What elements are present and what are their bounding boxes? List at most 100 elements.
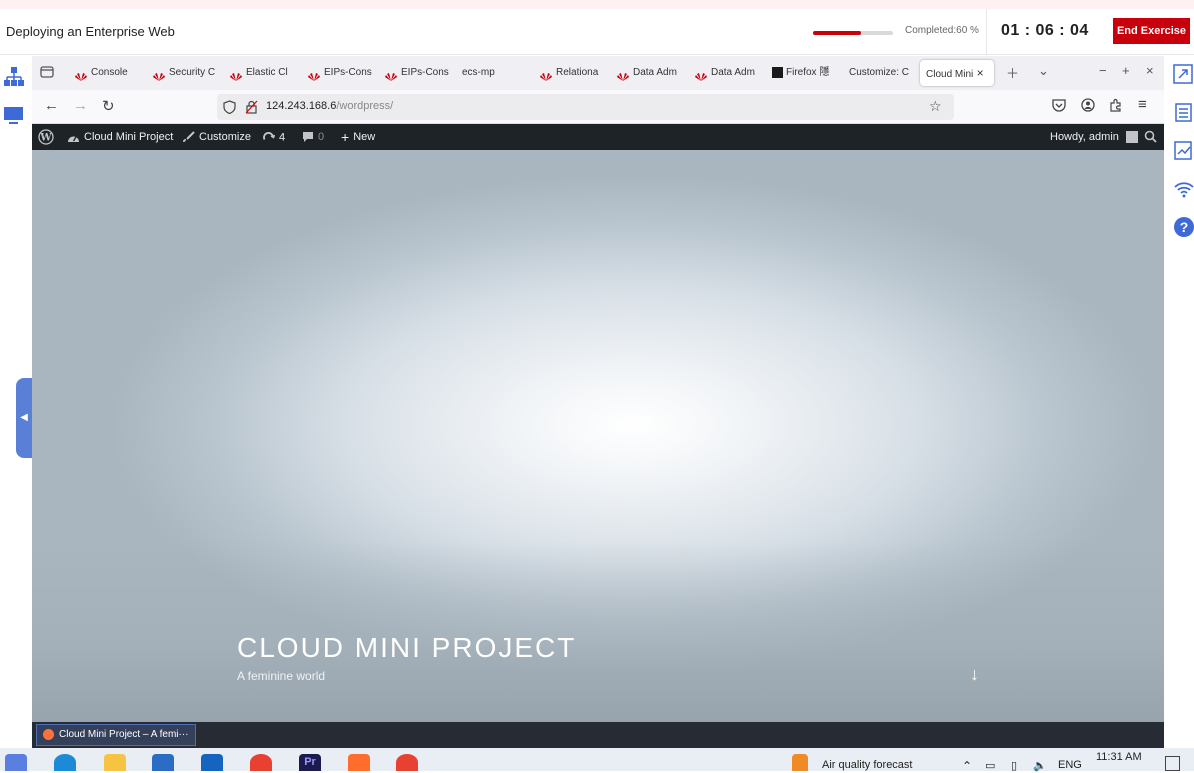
- paintbrush-icon: [183, 131, 195, 143]
- browser-tab[interactable]: Data Adm: [694, 60, 764, 86]
- firefox-icon: [43, 728, 54, 740]
- extensions-icon[interactable]: [1109, 98, 1123, 112]
- store-icon[interactable]: [152, 754, 174, 771]
- weather-text[interactable]: Air quality forecast: [822, 759, 912, 771]
- minimize-button[interactable]: −: [1099, 63, 1107, 78]
- task-label: Cloud Mini Project – A femi···: [59, 729, 189, 740]
- end-exercise-button[interactable]: End Exercise: [1113, 18, 1190, 44]
- report-icon[interactable]: [1173, 140, 1194, 162]
- checklist-icon[interactable]: [1173, 102, 1194, 124]
- hero-overlay: [32, 540, 1164, 722]
- edge-icon[interactable]: [54, 754, 76, 771]
- collapse-panel-tab[interactable]: ◀: [16, 378, 32, 458]
- browser-tab[interactable]: EIPs-Cons: [307, 60, 377, 86]
- tab-label: Console: [91, 67, 128, 78]
- menu-icon[interactable]: ≡: [1138, 96, 1147, 113]
- wp-customize-link[interactable]: Customize: [182, 131, 251, 143]
- chrome-active-icon[interactable]: [396, 754, 418, 771]
- progress-label: Completed:60 %: [905, 25, 979, 36]
- url-text[interactable]: 124.243.168.6/wordpress/: [266, 100, 393, 112]
- reload-button[interactable]: ↻: [102, 97, 115, 115]
- insecure-lock-icon[interactable]: [245, 100, 258, 114]
- browser-tab[interactable]: Security C: [152, 60, 222, 86]
- close-tab-icon[interactable]: ×: [973, 66, 984, 80]
- clock-time[interactable]: 11:31 AM: [1096, 751, 1142, 763]
- huawei-icon: [694, 67, 708, 82]
- huawei-icon: [616, 67, 630, 82]
- wp-howdy-label: Howdy, admin: [1050, 131, 1119, 143]
- premiere-icon[interactable]: Pr: [299, 754, 321, 771]
- countdown-timer: 01 : 06 : 04: [1001, 22, 1089, 39]
- wp-new-link[interactable]: + New: [341, 129, 375, 146]
- battery-icon[interactable]: ▯: [1011, 759, 1017, 772]
- notifications-icon[interactable]: [1165, 756, 1180, 771]
- wp-comments-count: 0: [318, 131, 325, 143]
- site-title[interactable]: CLOUD MINI PROJECT: [237, 632, 576, 664]
- network-icon[interactable]: ▭: [985, 759, 995, 772]
- wp-site-name: Cloud Mini Project: [84, 131, 174, 143]
- wp-customize-label: Customize: [199, 131, 251, 143]
- help-icon[interactable]: ?: [1173, 216, 1194, 238]
- wp-updates-link[interactable]: 4: [262, 131, 285, 144]
- browser-window: Console Security C Elastic Cl EIPs-Cons EIPs…: [32, 56, 1164, 748]
- wp-admin-bar: W Cloud Mini Project Customize 4 0 +New: [32, 124, 1164, 150]
- file-explorer-icon[interactable]: [104, 754, 126, 771]
- site-tagline: A feminine world: [237, 669, 326, 683]
- wifi-icon[interactable]: [1173, 178, 1194, 200]
- close-window-button[interactable]: ×: [1146, 63, 1154, 78]
- browser-tab[interactable]: Firefox 隱: [772, 60, 842, 86]
- url-bar[interactable]: 124.243.168.6/wordpress/ ☆: [217, 94, 954, 120]
- avatar: [1125, 131, 1138, 144]
- browser-tab[interactable]: Elastic Cl: [229, 60, 299, 86]
- browser-tab[interactable]: Relationa: [539, 60, 609, 86]
- outlook-icon[interactable]: [201, 754, 223, 771]
- start-icon[interactable]: [5, 754, 27, 771]
- back-button[interactable]: ←: [44, 97, 59, 114]
- chrome-icon[interactable]: [250, 754, 272, 771]
- wp-site-name-link[interactable]: Cloud Mini Project: [67, 131, 173, 143]
- volume-icon[interactable]: 🔈: [1033, 759, 1047, 772]
- tab-list-chevron-icon[interactable]: ⌄: [1038, 63, 1049, 79]
- expand-icon[interactable]: [1173, 64, 1194, 86]
- hero-header: CLOUD MINI PROJECT A feminine world ↓: [32, 150, 1164, 722]
- progress-bar: [813, 31, 893, 35]
- left-rail: ◀: [0, 56, 32, 748]
- language-indicator[interactable]: ENG: [1058, 759, 1082, 771]
- desktop-icon[interactable]: [3, 104, 25, 126]
- tab-label: Customize: C: [849, 67, 910, 78]
- browser-tab[interactable]: EIPs-Cons: [384, 60, 454, 86]
- bookmark-star-icon[interactable]: ☆: [929, 98, 942, 115]
- browser-tab[interactable]: Cloud Mini ×: [920, 60, 994, 86]
- xampp-icon[interactable]: [348, 754, 370, 771]
- browser-tab[interactable]: Customize: C: [849, 60, 911, 86]
- maximize-button[interactable]: +: [1122, 63, 1130, 78]
- tab-overview-icon[interactable]: [40, 65, 54, 79]
- forward-button[interactable]: →: [73, 97, 88, 114]
- exercise-title: Deploying an Enterprise Web: [6, 24, 175, 39]
- browser-tab[interactable]: Data Adm: [616, 60, 686, 86]
- scroll-down-arrow-icon[interactable]: ↓: [970, 664, 979, 685]
- pocket-icon[interactable]: [1052, 98, 1066, 112]
- updates-icon: [263, 132, 275, 140]
- huawei-icon: [152, 67, 166, 82]
- weather-icon[interactable]: [792, 754, 808, 771]
- search-icon[interactable]: [1144, 130, 1157, 143]
- wp-updates-count: 4: [279, 131, 286, 144]
- browser-tab[interactable]: ecs-mp: [462, 60, 522, 86]
- account-icon[interactable]: [1081, 98, 1095, 112]
- plus-icon: +: [341, 129, 350, 146]
- huawei-icon: [539, 67, 553, 82]
- new-tab-button[interactable]: ＋: [1006, 63, 1019, 82]
- wp-comments-link[interactable]: 0: [302, 131, 324, 143]
- dashboard-icon: [68, 136, 79, 142]
- shield-icon[interactable]: [223, 100, 236, 114]
- windows-taskbar: Pr Air quality forecast ⌃ ▭ ▯ 🔈 ENG 11:3…: [0, 748, 1194, 773]
- wp-account-link[interactable]: Howdy, admin: [1050, 131, 1138, 144]
- remote-desktop-taskbar: Cloud Mini Project – A femi···: [32, 722, 1164, 748]
- right-rail: ?: [1165, 56, 1194, 748]
- topology-icon[interactable]: [3, 66, 25, 88]
- wordpress-logo-icon[interactable]: W: [38, 129, 54, 145]
- browser-tab[interactable]: Console: [74, 60, 144, 86]
- firefox-window-task[interactable]: Cloud Mini Project – A femi···: [36, 724, 196, 746]
- tab-label: Firefox 隱: [786, 67, 830, 78]
